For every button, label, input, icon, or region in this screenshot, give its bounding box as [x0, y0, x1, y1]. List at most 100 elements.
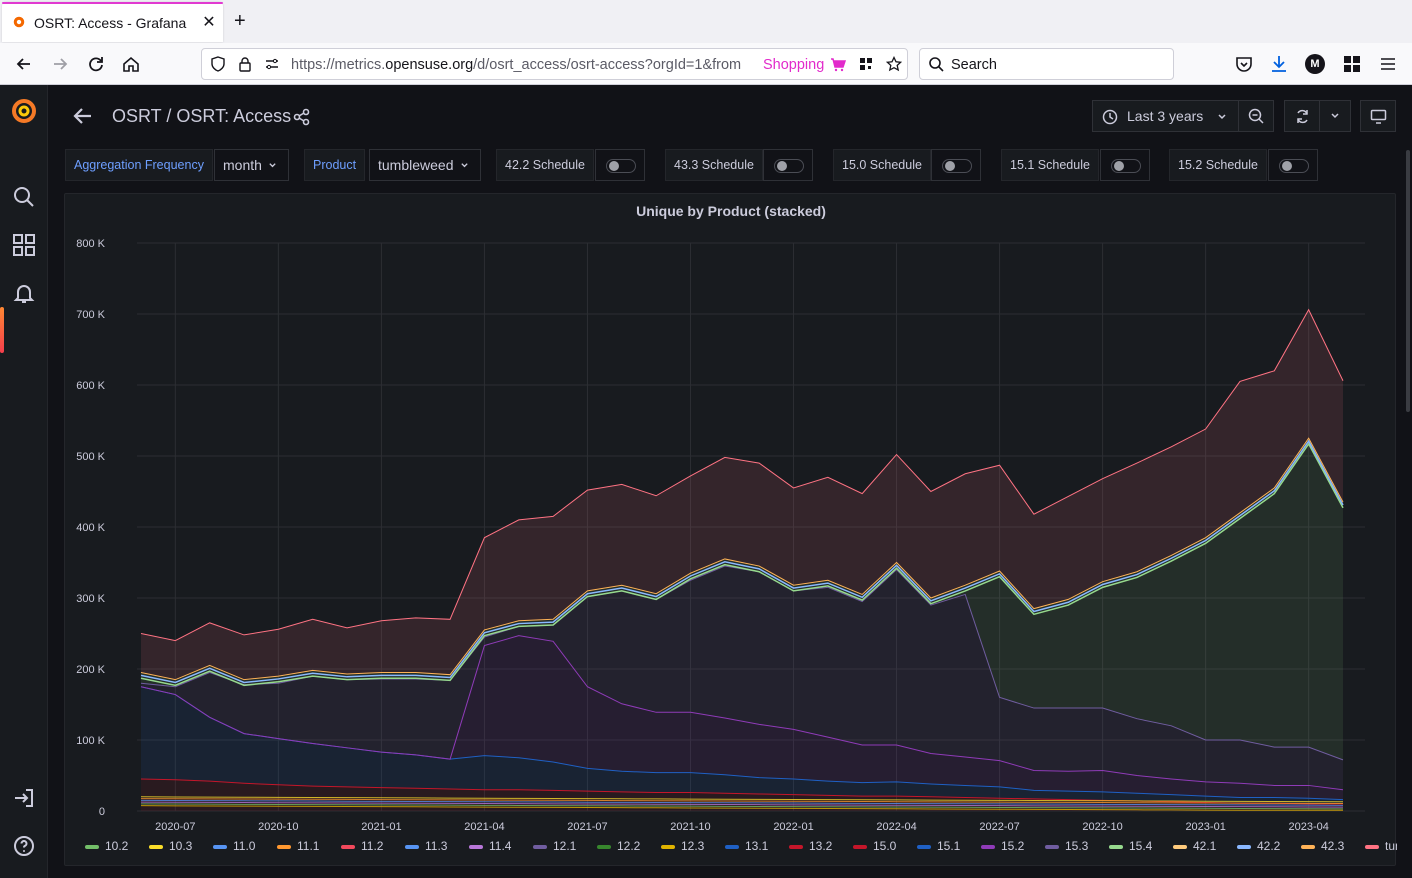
legend-item[interactable]: 42.3	[1321, 839, 1345, 853]
forward-icon[interactable]	[49, 53, 71, 75]
dashboard-topbar: OSRT / OSRT: Access Last 3 years	[48, 85, 1412, 147]
stacked-area-chart[interactable]: 0 100 K 200 K 300 K 400 K 500 K 600 K 700 K 800 …	[65, 194, 1397, 867]
schedule-label-42-2: 42.2 Schedule	[496, 149, 594, 181]
breadcrumb-separator: /	[166, 106, 172, 126]
legend-item[interactable]: 15.0	[873, 839, 897, 853]
legend-item[interactable]: 15.1	[937, 839, 961, 853]
x-tick-label: 2021-07	[567, 821, 607, 833]
refresh-interval-dropdown[interactable]	[1319, 100, 1351, 132]
x-tick-label: 2021-10	[670, 821, 710, 833]
y-tick-label: 400 K	[76, 522, 105, 534]
toggle-switch[interactable]	[1279, 159, 1309, 173]
page-scrollbar[interactable]	[1406, 150, 1410, 412]
chevron-down-icon	[1331, 113, 1339, 119]
home-icon[interactable]	[120, 53, 142, 75]
tracking-shield-icon[interactable]	[210, 56, 226, 72]
legend-swatch	[213, 845, 227, 849]
legend-swatch	[341, 845, 355, 849]
product-label: Product	[304, 149, 366, 181]
schedule-toggle-15-1[interactable]	[1100, 149, 1150, 181]
schedule-toggle-15-2[interactable]	[1268, 149, 1318, 181]
legend-swatch	[853, 845, 867, 849]
breadcrumb: OSRT / OSRT: Access	[112, 106, 291, 127]
legend-swatch	[1045, 845, 1059, 849]
refresh-button[interactable]	[1284, 100, 1320, 132]
reload-icon[interactable]	[85, 53, 107, 75]
back-arrow-icon[interactable]	[72, 105, 94, 127]
search-icon[interactable]	[12, 185, 36, 209]
schedule-label-43-3: 43.3 Schedule	[665, 149, 763, 181]
legend-swatch	[789, 845, 803, 849]
legend-item[interactable]: tumbleweed	[1385, 839, 1397, 853]
new-tab-button[interactable]: +	[234, 10, 246, 33]
profile-avatar[interactable]: M	[1305, 54, 1325, 74]
legend-item[interactable]: 13.2	[809, 839, 833, 853]
tab-close-icon[interactable]: ✕	[201, 12, 217, 32]
toggle-switch[interactable]	[942, 159, 972, 173]
help-icon[interactable]	[12, 834, 36, 858]
clock-icon	[1102, 109, 1118, 125]
legend-item[interactable]: 11.1	[297, 839, 320, 853]
breadcrumb-folder[interactable]: OSRT	[112, 106, 161, 126]
legend-item[interactable]: 12.2	[617, 839, 641, 853]
extensions-icon[interactable]	[1341, 53, 1363, 75]
url-bar[interactable]: https://metrics.opensuse.org/d/osrt_acce…	[201, 48, 908, 80]
legend-swatch	[85, 845, 99, 849]
schedule-toggle-42-2[interactable]	[595, 149, 645, 181]
chevron-down-icon	[1218, 114, 1226, 120]
lock-icon[interactable]	[237, 56, 253, 72]
toggle-switch[interactable]	[606, 159, 636, 173]
share-icon[interactable]	[293, 108, 311, 126]
x-tick-label: 2022-04	[876, 821, 916, 833]
grafana-logo-icon[interactable]	[10, 97, 38, 125]
permissions-icon[interactable]	[264, 56, 280, 72]
bookmark-star-icon[interactable]	[886, 56, 902, 72]
browser-search-bar[interactable]: Search	[919, 48, 1174, 80]
legend-swatch	[1237, 845, 1251, 849]
refresh-icon	[1297, 109, 1308, 124]
schedule-toggle-15-0[interactable]	[931, 149, 981, 181]
toggle-switch[interactable]	[1111, 159, 1141, 173]
qr-code-icon[interactable]	[858, 56, 874, 72]
legend-item[interactable]: 15.2	[1001, 839, 1025, 853]
hamburger-menu-icon[interactable]	[1377, 53, 1399, 75]
schedule-toggle-43-3[interactable]	[763, 149, 813, 181]
legend-item[interactable]: 10.3	[169, 839, 193, 853]
legend-item[interactable]: 15.3	[1065, 839, 1089, 853]
back-icon[interactable]	[13, 53, 35, 75]
tv-mode-button[interactable]	[1360, 100, 1396, 132]
legend-item[interactable]: 42.2	[1257, 839, 1281, 853]
sign-in-icon[interactable]	[12, 786, 36, 810]
alerting-bell-icon[interactable]	[12, 281, 36, 305]
shopping-cart-icon[interactable]	[830, 56, 846, 72]
toggle-switch[interactable]	[774, 159, 804, 173]
legend-item[interactable]: 42.1	[1193, 839, 1217, 853]
browser-tab[interactable]: OSRT: Access - Grafana ✕	[2, 2, 223, 42]
time-range-picker[interactable]: Last 3 years	[1092, 100, 1239, 132]
chart-panel[interactable]: Unique by Product (stacked) 0 100 K 200 K3…	[64, 193, 1397, 867]
legend-item[interactable]: 12.1	[553, 839, 577, 853]
schedule-label-15-2: 15.2 Schedule	[1169, 149, 1267, 181]
legend-item[interactable]: 11.4	[489, 839, 512, 853]
legend-item[interactable]: 10.2	[105, 839, 129, 853]
pocket-icon[interactable]	[1233, 53, 1255, 75]
url-text[interactable]: https://metrics.opensuse.org/d/osrt_acce…	[291, 57, 753, 73]
legend-item[interactable]: 11.3	[425, 839, 448, 853]
legend-item[interactable]: 15.4	[1129, 839, 1153, 853]
legend-item[interactable]: 13.1	[745, 839, 769, 853]
shopping-label[interactable]: Shopping	[763, 57, 824, 73]
aggregation-frequency-label: Aggregation Frequency	[65, 149, 213, 181]
legend-item[interactable]: 11.2	[361, 839, 384, 853]
aggregation-frequency-select[interactable]: month	[214, 149, 289, 181]
legend-swatch	[981, 845, 995, 849]
y-tick-label: 700 K	[76, 309, 105, 321]
dashboard-title[interactable]: OSRT: Access	[176, 106, 291, 126]
legend-item[interactable]: 12.3	[681, 839, 705, 853]
downloads-icon[interactable]	[1268, 53, 1290, 75]
y-tick-label: 600 K	[76, 380, 105, 392]
legend-item[interactable]: 11.0	[233, 839, 256, 853]
product-select[interactable]: tumbleweed	[369, 149, 481, 181]
zoom-out-button[interactable]	[1238, 100, 1274, 132]
legend-swatch	[277, 845, 291, 849]
dashboards-icon[interactable]	[12, 233, 36, 257]
